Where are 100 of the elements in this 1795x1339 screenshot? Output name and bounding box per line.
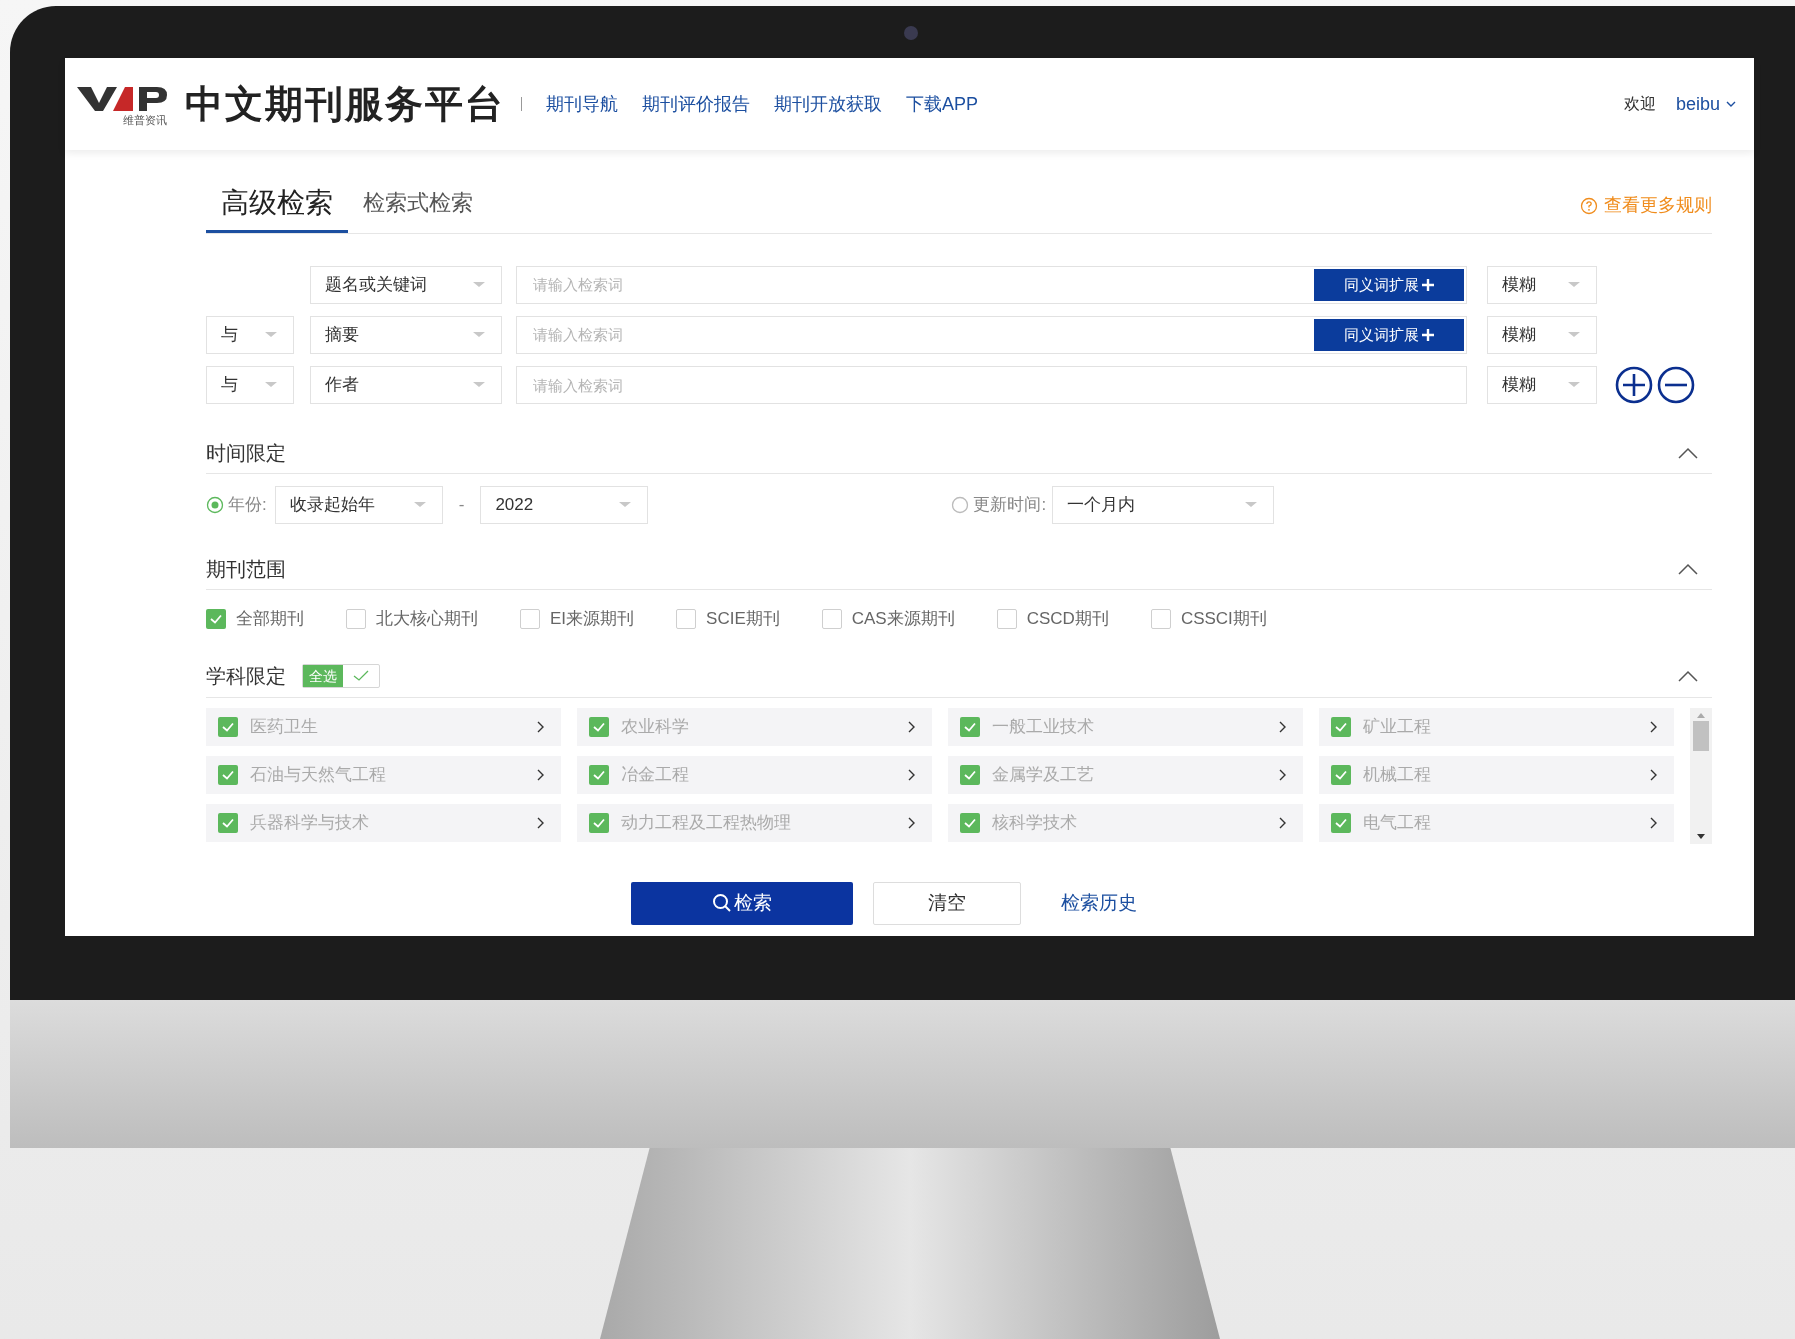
chevron-down-icon [1726, 101, 1736, 107]
chevron-up-icon[interactable] [1678, 670, 1698, 682]
checkbox[interactable] [589, 716, 609, 737]
subject-label: 兵器科学与技术 [250, 811, 369, 834]
radio-button[interactable] [951, 496, 970, 514]
checkbox-label: SCIE期刊 [706, 608, 780, 630]
subject-label: 农业科学 [621, 715, 689, 738]
chevron-up-icon[interactable] [1678, 562, 1698, 575]
user-menu[interactable]: beibu [1675, 90, 1736, 118]
caret-down-icon [471, 331, 487, 339]
plus-icon [1420, 278, 1435, 292]
checkbox[interactable] [960, 716, 980, 737]
caret-down-icon [1566, 281, 1582, 289]
chevron-right-icon [1279, 816, 1287, 829]
update-label: 更新时间: [973, 494, 1047, 517]
nav-link[interactable]: 下载APP [906, 90, 979, 118]
caret-down-icon [1566, 331, 1582, 339]
site-title: 中文期刊服务平台 [185, 81, 505, 127]
checkbox[interactable] [960, 812, 980, 833]
checkbox[interactable] [589, 764, 609, 785]
checkbox[interactable] [1331, 812, 1351, 833]
subject-label: 医药卫生 [250, 715, 318, 738]
checkbox-label: CSSCI期刊 [1180, 608, 1267, 630]
chevron-right-icon [537, 768, 545, 781]
checkbox[interactable] [589, 812, 609, 833]
chevron-right-icon [1650, 720, 1658, 733]
search-input[interactable]: 请输入检索词 [516, 366, 1467, 404]
subject-label: 矿业工程 [1363, 715, 1431, 738]
checkbox[interactable] [218, 764, 238, 785]
subject-label: 冶金工程 [621, 763, 689, 786]
caret-down-icon [263, 331, 279, 339]
checkbox[interactable] [206, 608, 226, 629]
checkbox[interactable] [218, 716, 238, 737]
search-icon [712, 893, 732, 913]
tab[interactable]: 检索式检索 [348, 175, 488, 233]
dash-text: - [458, 494, 465, 517]
synonym-button[interactable]: 同义词扩展 [1314, 319, 1464, 351]
chevron-right-icon [908, 816, 916, 829]
logic-dropdown[interactable]: 与 [206, 366, 294, 404]
checkbox[interactable] [1150, 608, 1171, 629]
scroll-up-arrow-icon[interactable] [1696, 711, 1706, 718]
scrollbar[interactable] [1690, 707, 1712, 844]
chevron-right-icon [537, 816, 545, 829]
subject-label: 金属学及工艺 [992, 763, 1094, 786]
welcome-text: 欢迎 [1623, 94, 1656, 114]
field-dropdown[interactable]: 题名或关键词 [310, 266, 502, 304]
history-link[interactable]: 检索历史 [1061, 888, 1137, 918]
field-dropdown[interactable]: 作者 [310, 366, 502, 404]
checkbox[interactable] [996, 608, 1017, 629]
subject-label: 核科学技术 [992, 811, 1077, 834]
clear-button[interactable]: 清空 [873, 881, 1021, 925]
checkbox[interactable] [520, 608, 540, 629]
scrollbar-thumb[interactable] [1693, 720, 1709, 751]
checkbox[interactable] [1331, 716, 1351, 737]
caret-down-icon [1566, 381, 1582, 389]
checkbox-label: EI来源期刊 [550, 608, 635, 630]
caret-down-icon [471, 381, 487, 389]
search-button[interactable]: 检索 [631, 881, 853, 925]
year-from-dropdown[interactable]: 收录起始年 [274, 486, 443, 524]
checkbox[interactable] [1331, 764, 1351, 785]
section-title: 学科限定 [206, 664, 286, 689]
section-title: 时间限定 [206, 440, 286, 466]
match-dropdown[interactable]: 模糊 [1487, 266, 1597, 304]
logic-dropdown[interactable]: 与 [206, 316, 294, 354]
year-to-dropdown[interactable]: 2022 [480, 486, 649, 524]
chevron-up-icon[interactable] [1678, 446, 1698, 459]
year-label: 年份: [228, 494, 267, 517]
subject-label: 一般工业技术 [992, 715, 1094, 738]
synonym-button[interactable]: 同义词扩展 [1314, 269, 1464, 301]
chevron-right-icon [1650, 768, 1658, 781]
nav-link[interactable]: 期刊导航 [546, 90, 618, 118]
subject-label: 电气工程 [1363, 811, 1431, 834]
checkbox[interactable] [821, 608, 842, 629]
search-input[interactable]: 请输入检索词 同义词扩展 [516, 266, 1467, 304]
subject-label: 石油与天然气工程 [250, 763, 386, 786]
radio-button[interactable] [206, 496, 224, 514]
checkbox[interactable] [346, 608, 366, 629]
tab[interactable]: 高级检索 [206, 175, 348, 233]
checkbox[interactable] [676, 608, 697, 629]
nav-link[interactable]: 期刊评价报告 [642, 90, 750, 118]
subject-label: 动力工程及工程热物理 [621, 811, 791, 834]
question-icon [1580, 196, 1598, 215]
chevron-right-icon [908, 720, 916, 733]
checkbox-label: CSCD期刊 [1026, 608, 1109, 630]
chevron-right-icon [1650, 816, 1658, 829]
field-dropdown[interactable]: 摘要 [310, 316, 502, 354]
checkbox-label: CAS来源期刊 [851, 608, 955, 630]
match-dropdown[interactable]: 模糊 [1487, 316, 1597, 354]
chevron-right-icon [908, 768, 916, 781]
logo-subtitle: 维普资讯 [123, 113, 167, 126]
match-dropdown[interactable]: 模糊 [1487, 366, 1597, 404]
checkbox[interactable] [218, 812, 238, 833]
update-dropdown[interactable]: 一个月内 [1052, 486, 1275, 524]
subject-label: 机械工程 [1363, 763, 1431, 786]
checkbox[interactable] [960, 764, 980, 785]
caret-down-icon [263, 381, 279, 389]
checkbox-label: 北大核心期刊 [376, 608, 478, 630]
search-input[interactable]: 请输入检索词 同义词扩展 [516, 316, 1467, 354]
scroll-down-arrow-icon[interactable] [1696, 833, 1706, 840]
nav-link[interactable]: 期刊开放获取 [774, 90, 882, 118]
